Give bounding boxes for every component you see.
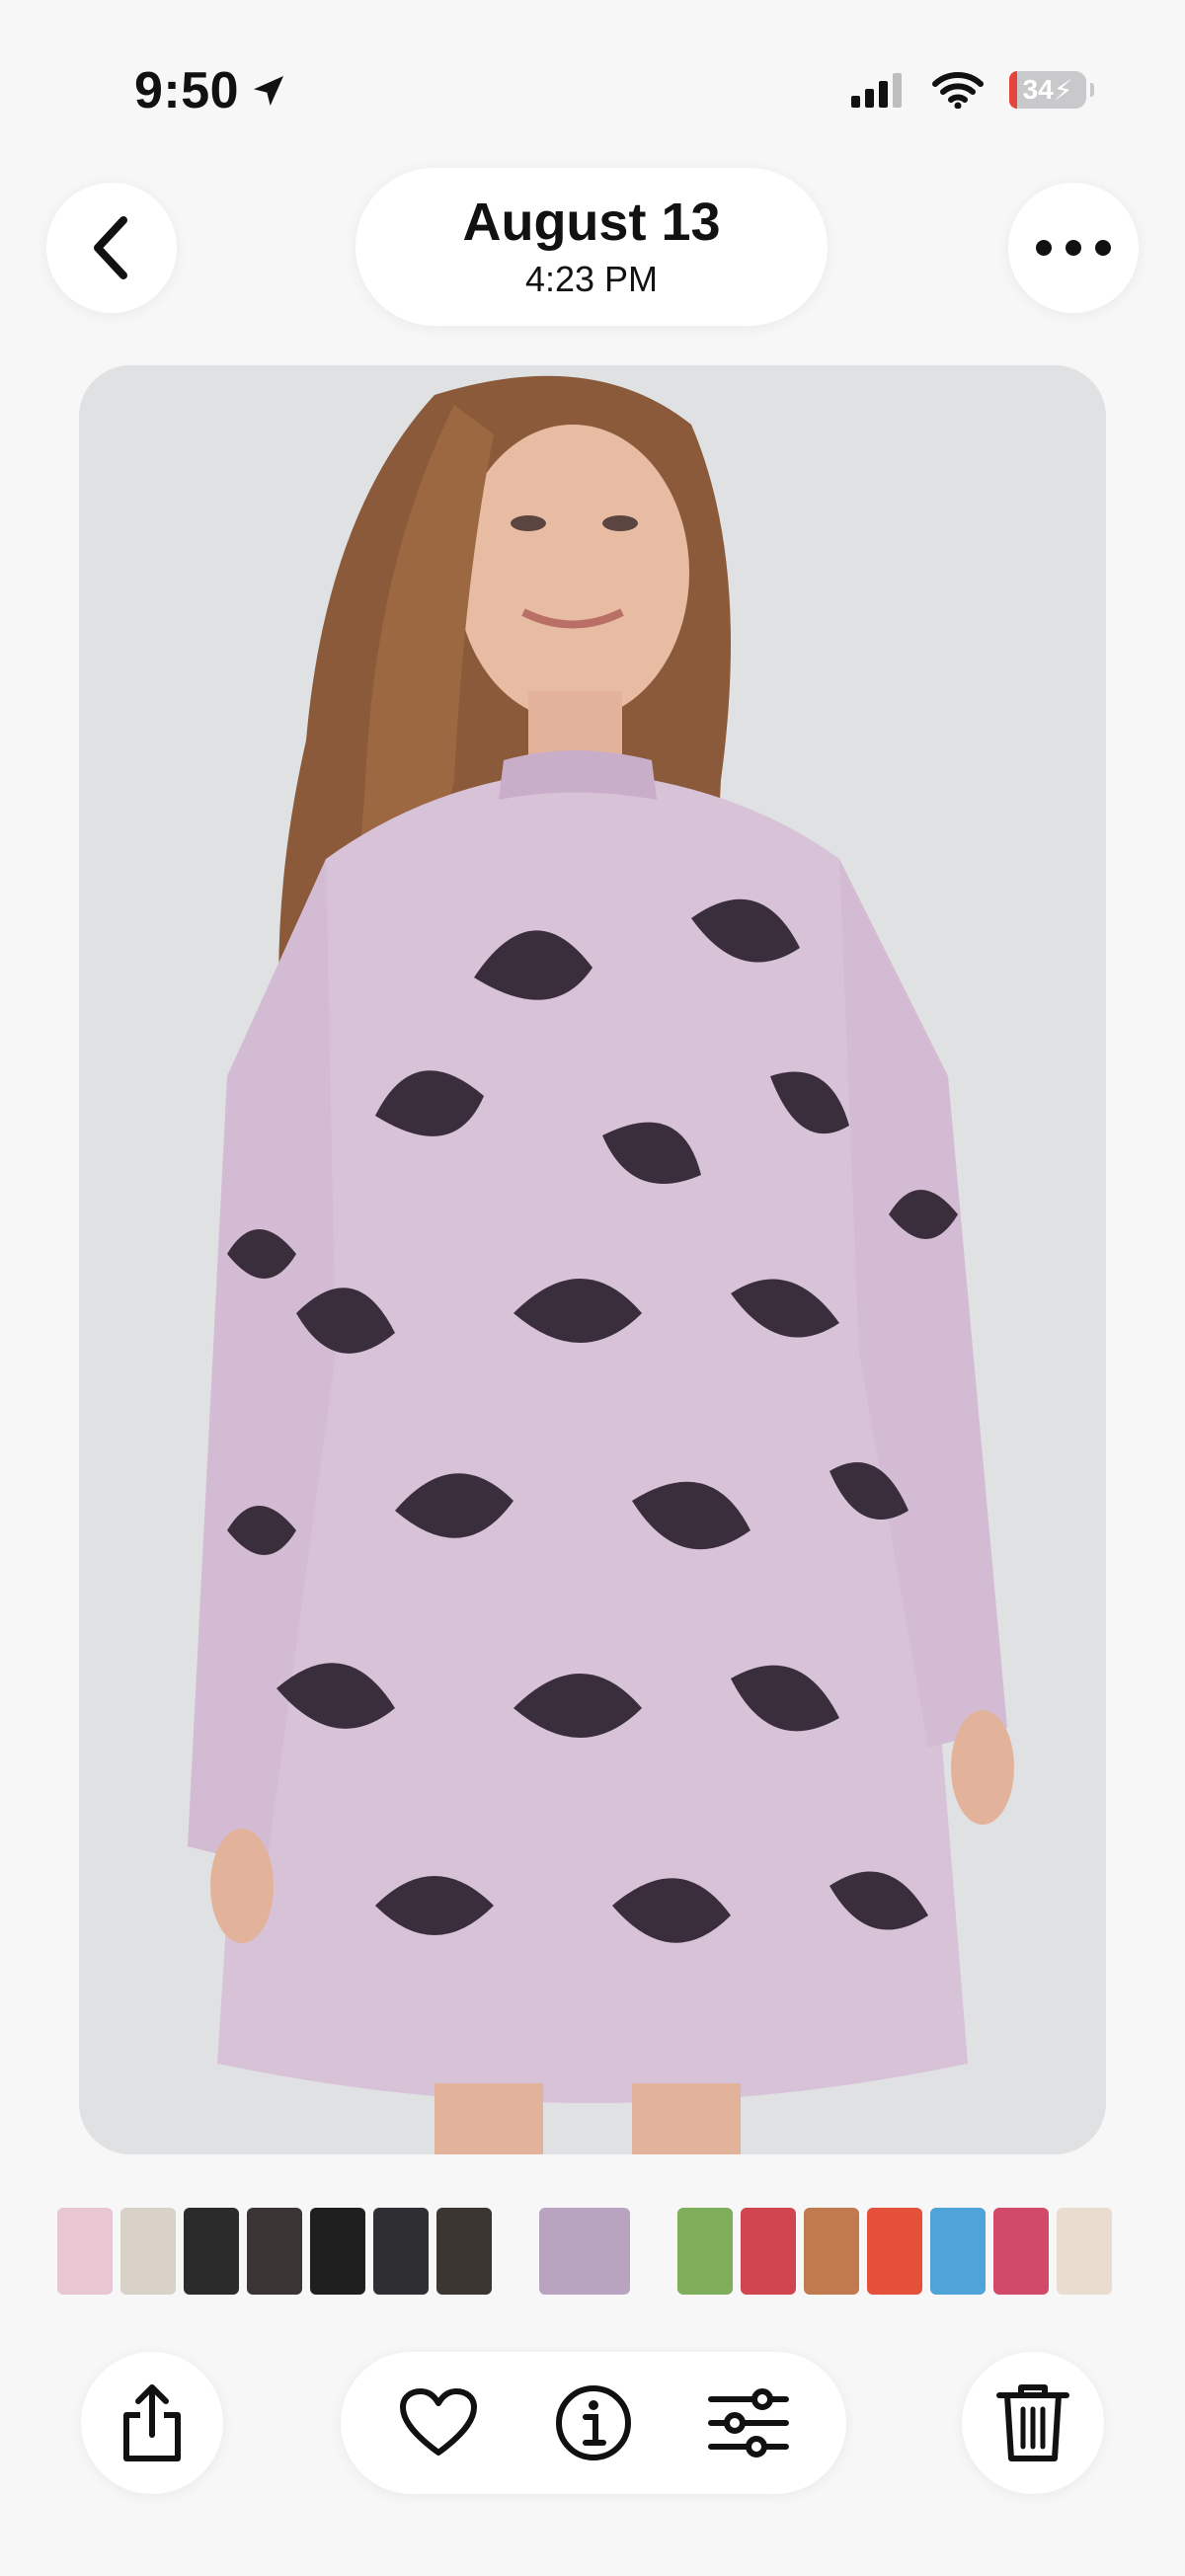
delete-button[interactable] — [962, 2352, 1104, 2494]
wifi-icon — [932, 72, 984, 109]
thumbnail[interactable] — [436, 2208, 492, 2295]
main-photo[interactable] — [79, 365, 1106, 2154]
chevron-left-icon — [94, 216, 127, 279]
info-button[interactable] — [539, 2369, 648, 2477]
heart-icon — [399, 2388, 477, 2456]
thumbnail[interactable] — [310, 2208, 365, 2295]
back-button[interactable] — [46, 183, 177, 313]
location-arrow-icon — [254, 76, 284, 106]
photo-time: 4:23 PM — [524, 258, 659, 299]
thumbnail[interactable] — [804, 2208, 859, 2295]
share-icon — [123, 2384, 181, 2461]
thumbnail[interactable] — [867, 2208, 922, 2295]
thumbnail[interactable] — [373, 2208, 429, 2295]
ellipsis-icon — [1036, 240, 1111, 256]
thumbnail-strip[interactable] — [57, 2206, 1128, 2297]
thumbnail[interactable] — [247, 2208, 302, 2295]
thumbnail[interactable] — [184, 2208, 239, 2295]
info-icon — [555, 2385, 631, 2460]
trash-icon — [996, 2384, 1069, 2461]
more-button[interactable] — [1008, 183, 1139, 313]
share-button[interactable] — [81, 2352, 223, 2494]
status-icons: 34 ⚡ — [851, 71, 1094, 109]
thumbnail[interactable] — [741, 2208, 796, 2295]
edit-adjust-button[interactable] — [694, 2369, 803, 2477]
thumbnail[interactable] — [993, 2208, 1049, 2295]
status-time: 9:50 — [134, 61, 288, 120]
thumbnail-current[interactable] — [539, 2208, 630, 2295]
thumbnail[interactable] — [1057, 2208, 1112, 2295]
photo-date: August 13 — [462, 193, 721, 253]
photo-date-header: August 13 4:23 PM — [356, 168, 828, 326]
thumbnail[interactable] — [677, 2208, 733, 2295]
dress-model-image — [79, 365, 1106, 2154]
thumbnail[interactable] — [57, 2208, 113, 2295]
thumbnail[interactable] — [930, 2208, 986, 2295]
battery-indicator: 34 ⚡ — [1009, 71, 1094, 109]
photo-actions-bar — [341, 2352, 846, 2494]
sliders-icon — [708, 2388, 790, 2458]
favorite-button[interactable] — [384, 2369, 493, 2477]
cellular-signal-icon — [851, 73, 902, 108]
thumbnail[interactable] — [120, 2208, 176, 2295]
